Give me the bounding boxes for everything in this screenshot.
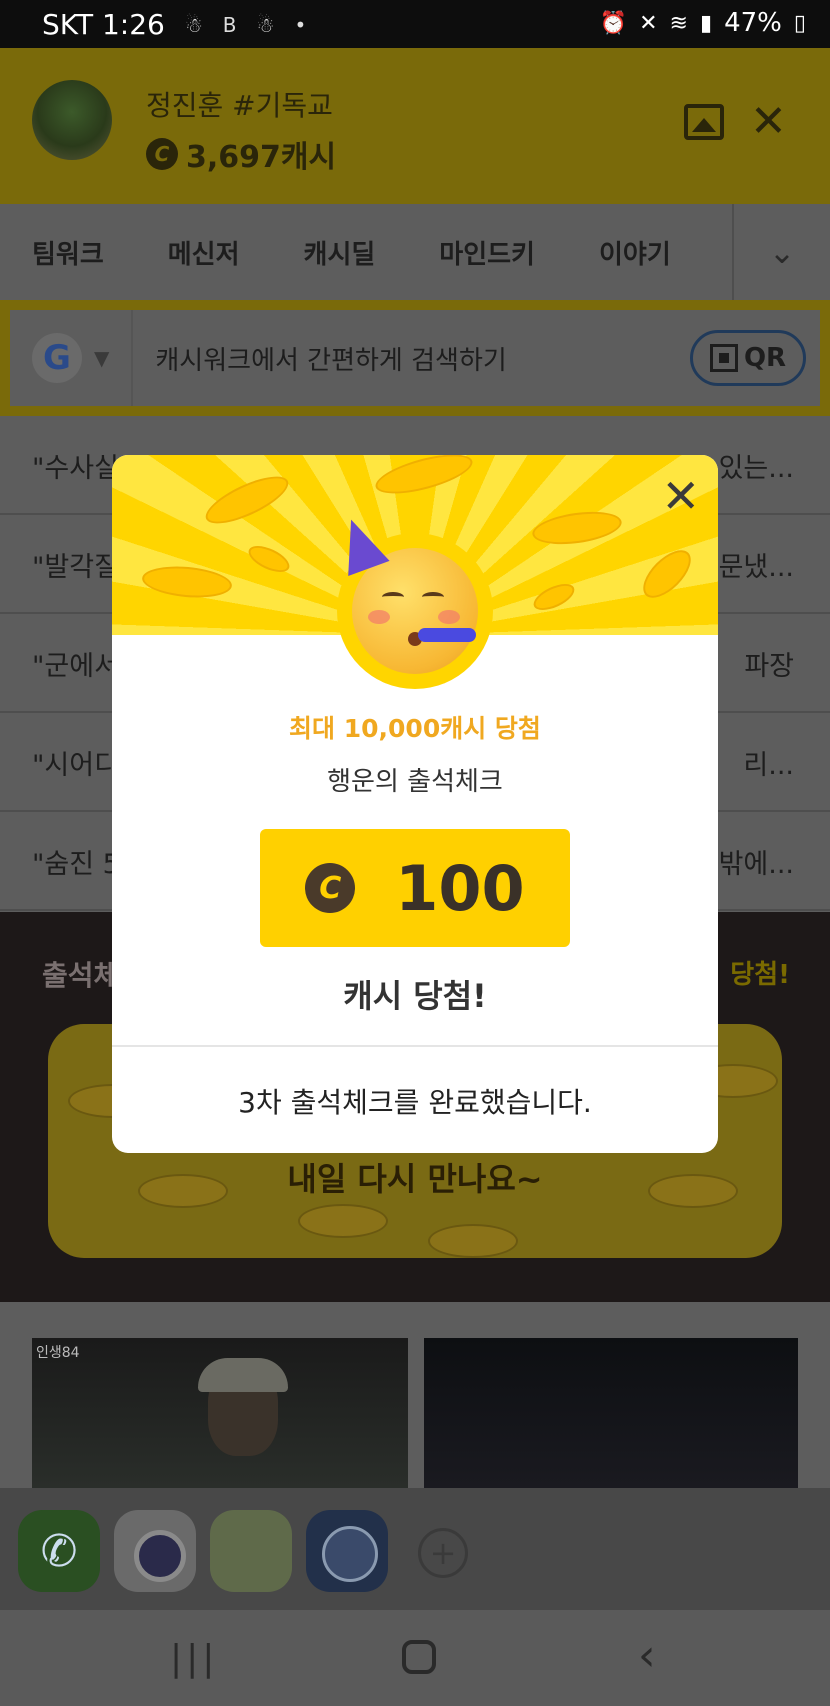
google-icon[interactable]: G xyxy=(32,333,82,383)
popup-message: 3차 출석체크를 완료했습니다. xyxy=(238,1086,592,1119)
news-title-end: 문냈... xyxy=(718,552,794,583)
coin-icon: C xyxy=(146,138,178,170)
image-icon[interactable] xyxy=(684,104,724,140)
prize-amount: 100 xyxy=(395,851,525,925)
coin-decoration xyxy=(199,467,295,533)
close-icon[interactable]: ✕ xyxy=(750,96,787,147)
b-icon: B xyxy=(222,12,237,37)
cap-figure xyxy=(198,1358,288,1392)
cash-amount: 3,697캐시 xyxy=(186,140,337,175)
camera-icon[interactable] xyxy=(114,1510,196,1592)
user-cash: C 3,697캐시 xyxy=(146,132,336,176)
search-section: G ▼ 캐시워크에서 간편하게 검색하기 QR xyxy=(0,300,830,416)
app-dock: ✆ + xyxy=(0,1488,830,1610)
app-header: 정진훈 #기독교 C 3,697캐시 ✕ xyxy=(0,48,830,204)
avatar[interactable] xyxy=(32,80,112,160)
photo-thumbnail[interactable] xyxy=(424,1338,798,1488)
add-icon[interactable]: + xyxy=(418,1528,468,1578)
prize-box: C 100 xyxy=(260,829,570,947)
recents-icon[interactable]: ||| xyxy=(170,1638,218,1679)
search-input[interactable]: 캐시워크에서 간편하게 검색하기 xyxy=(155,340,690,377)
status-left: SKT 1:26 ☃ B ☃ • xyxy=(42,8,306,41)
thumbnail-tag: 인생84 xyxy=(36,1345,80,1361)
coin-decoration xyxy=(371,455,477,502)
status-bar: SKT 1:26 ☃ B ☃ • ⏰ ✕ ≋ ▮ 47% ▯ xyxy=(0,0,830,48)
coin-decoration xyxy=(530,506,624,550)
tab-messenger[interactable]: 메신저 xyxy=(136,234,272,271)
popup-subtitle: 최대 10,000캐시 당첨 xyxy=(289,714,541,743)
search-divider xyxy=(131,310,134,406)
coin-icon: C xyxy=(305,863,356,913)
coin-decoration xyxy=(635,542,699,606)
tab-mindkey[interactable]: 마인드키 xyxy=(407,234,567,271)
thumbnail-row: 인생84 xyxy=(0,1302,830,1488)
attendance-title: 출석체 xyxy=(42,959,120,992)
attendance-result: 당첨! xyxy=(730,960,790,990)
home-icon[interactable] xyxy=(402,1640,436,1674)
status-right: ⏰ ✕ ≋ ▮ 47% ▯ xyxy=(600,8,806,38)
notification-icon: ☃ xyxy=(184,12,203,37)
signal-icon: ▮ xyxy=(699,10,713,36)
notification-icon: ☃ xyxy=(256,12,275,37)
news-title-start: "시어디 xyxy=(32,750,119,781)
qr-button[interactable]: QR xyxy=(690,330,806,386)
tab-cashdeal[interactable]: 캐시딜 xyxy=(272,234,408,271)
alarm-icon: ⏰ xyxy=(599,10,628,36)
news-title-start: "수사실 xyxy=(32,453,119,484)
chevron-down-icon[interactable]: ⌄ xyxy=(732,204,830,300)
carrier-time: SKT 1:26 xyxy=(42,8,165,41)
back-icon[interactable]: ‹ xyxy=(638,1630,656,1681)
gallery-icon[interactable] xyxy=(210,1510,292,1592)
news-title-end: 밖에... xyxy=(718,849,794,880)
divider xyxy=(112,1045,718,1047)
news-title-end: 있는... xyxy=(718,453,794,484)
browser-icon[interactable] xyxy=(306,1510,388,1592)
prize-label: 캐시 당첨! xyxy=(343,977,487,1015)
user-name: 정진훈 #기독교 xyxy=(146,89,333,122)
phone-icon[interactable]: ✆ xyxy=(18,1510,100,1592)
news-title-start: "발각질 xyxy=(32,552,119,583)
dropdown-icon[interactable]: ▼ xyxy=(94,346,109,370)
qr-label: QR xyxy=(743,343,787,373)
news-title-start: "숨진 5 xyxy=(32,849,120,880)
tab-teamwork[interactable]: 팀워크 xyxy=(0,234,136,271)
close-icon[interactable]: ✕ xyxy=(661,469,700,523)
dot-icon: • xyxy=(294,12,307,37)
popup-title: 행운의 출석체크 xyxy=(327,767,503,797)
tab-bar: 팀워크 메신저 캐시딜 마인드키 이야기 ⌄ xyxy=(0,204,830,300)
coin-decoration xyxy=(244,540,294,578)
news-title-end: 파장 xyxy=(744,651,794,682)
news-title-end: 리... xyxy=(743,750,794,781)
party-emoji-icon xyxy=(330,512,493,689)
attendance-popup: ✕ 최대 10,000캐시 당첨 행운의 출석체크 C 100 캐시 당첨! 3… xyxy=(112,455,718,1153)
navigation-bar: ||| ‹ xyxy=(0,1610,830,1706)
coin-decoration xyxy=(428,1224,518,1258)
coin-decoration xyxy=(140,563,234,601)
news-title-start: "군에서 xyxy=(32,651,119,682)
coin-decoration xyxy=(529,578,579,616)
mute-icon: ✕ xyxy=(639,10,658,36)
search-box[interactable]: G ▼ 캐시워크에서 간편하게 검색하기 QR xyxy=(10,310,820,406)
tab-story[interactable]: 이야기 xyxy=(567,234,703,271)
coin-decoration xyxy=(298,1204,388,1238)
wifi-icon: ≋ xyxy=(669,10,688,36)
video-thumbnail[interactable]: 인생84 xyxy=(32,1338,408,1488)
attendance-card-text: 내일 다시 만나요~ xyxy=(287,1160,543,1198)
battery-level: 47% xyxy=(724,8,782,38)
qr-icon xyxy=(709,344,738,372)
battery-icon: ▯ xyxy=(793,10,806,36)
